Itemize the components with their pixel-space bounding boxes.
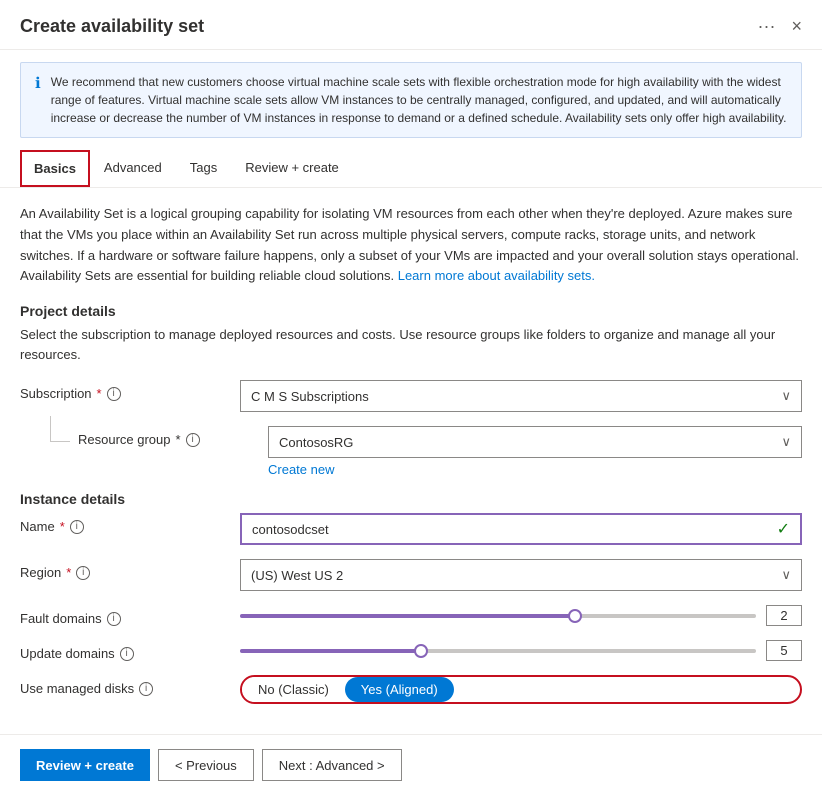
tab-basics[interactable]: Basics [20,150,90,187]
header-actions: ··· × [754,16,803,37]
close-button[interactable]: × [791,16,802,37]
subscription-row: Subscription * i C M S Subscriptions ∨ [20,380,802,412]
tab-review-create[interactable]: Review + create [231,150,353,187]
name-input[interactable]: contosodcset ✓ [240,513,802,545]
resource-group-label: Resource group * i [78,426,268,447]
update-domains-thumb[interactable] [414,644,428,658]
update-domains-label: Update domains i [20,640,240,661]
name-label: Name * i [20,513,240,534]
project-section-title: Project details [20,303,802,319]
resource-group-select[interactable]: ContososRG ∨ [268,426,802,458]
dialog-title: Create availability set [20,16,204,37]
instance-section-title: Instance details [20,491,802,507]
info-icon: ℹ [35,74,41,127]
review-create-button[interactable]: Review + create [20,749,150,781]
name-required: * [60,519,65,534]
name-row: Name * i contosodcset ✓ [20,513,802,545]
info-banner: ℹ We recommend that new customers choose… [20,62,802,138]
resource-group-control: ContososRG ∨ Create new [268,426,802,477]
main-content: An Availability Set is a logical groupin… [0,188,822,734]
banner-text: We recommend that new customers choose v… [51,73,787,127]
basics-description: An Availability Set is a logical groupin… [20,204,802,287]
subscription-info-icon[interactable]: i [107,387,121,401]
ellipsis-button[interactable]: ··· [754,16,780,37]
learn-more-link[interactable]: Learn more about availability sets. [398,268,595,283]
subscription-required: * [97,386,102,401]
managed-disks-yes-button[interactable]: Yes (Aligned) [345,677,454,702]
managed-disks-no-button[interactable]: No (Classic) [242,677,345,702]
rg-required: * [176,432,181,447]
region-control: (US) West US 2 ∨ [240,559,802,591]
update-domains-control: 5 [240,640,802,661]
fault-domains-label: Fault domains i [20,605,240,626]
footer: Review + create < Previous Next : Advanc… [0,734,822,795]
indent-bracket [50,416,70,442]
name-info-icon[interactable]: i [70,520,84,534]
fault-domains-value: 2 [766,605,802,626]
region-chevron-icon: ∨ [781,567,791,583]
name-control: contosodcset ✓ [240,513,802,545]
rg-chevron-icon: ∨ [781,434,791,450]
create-new-link[interactable]: Create new [268,462,802,477]
tab-bar: Basics Advanced Tags Review + create [0,150,822,188]
managed-disks-label: Use managed disks i [20,675,240,696]
tab-advanced[interactable]: Advanced [90,150,176,187]
managed-disks-row: Use managed disks i No (Classic) Yes (Al… [20,675,802,704]
managed-disks-toggle: No (Classic) Yes (Aligned) [240,675,802,704]
region-row: Region * i (US) West US 2 ∨ [20,559,802,591]
fault-domains-control: 2 [240,605,802,626]
region-label: Region * i [20,559,240,580]
update-domains-row: Update domains i 5 [20,640,802,661]
project-section-desc: Select the subscription to manage deploy… [20,325,802,364]
name-check-icon: ✓ [777,519,790,539]
fault-domains-info-icon[interactable]: i [107,612,121,626]
rg-info-icon[interactable]: i [186,433,200,447]
previous-button[interactable]: < Previous [158,749,254,781]
subscription-label: Subscription * i [20,380,240,401]
region-select[interactable]: (US) West US 2 ∨ [240,559,802,591]
create-availability-set-dialog: Create availability set ··· × ℹ We recom… [0,0,822,795]
fault-domains-row: Fault domains i 2 [20,605,802,626]
fault-domains-slider[interactable] [240,614,756,618]
next-button[interactable]: Next : Advanced > [262,749,402,781]
subscription-select[interactable]: C M S Subscriptions ∨ [240,380,802,412]
update-domains-slider[interactable] [240,649,756,653]
subscription-control: C M S Subscriptions ∨ [240,380,802,412]
region-required: * [66,565,71,580]
managed-disks-info-icon[interactable]: i [139,682,153,696]
resource-group-row: Resource group * i ContososRG ∨ Create n… [20,426,802,477]
update-domains-value: 5 [766,640,802,661]
region-info-icon[interactable]: i [76,566,90,580]
fault-domains-thumb[interactable] [568,609,582,623]
dialog-header: Create availability set ··· × [0,0,822,50]
subscription-chevron-icon: ∨ [781,388,791,404]
managed-disks-control: No (Classic) Yes (Aligned) [240,675,802,704]
tab-tags[interactable]: Tags [176,150,231,187]
update-domains-info-icon[interactable]: i [120,647,134,661]
